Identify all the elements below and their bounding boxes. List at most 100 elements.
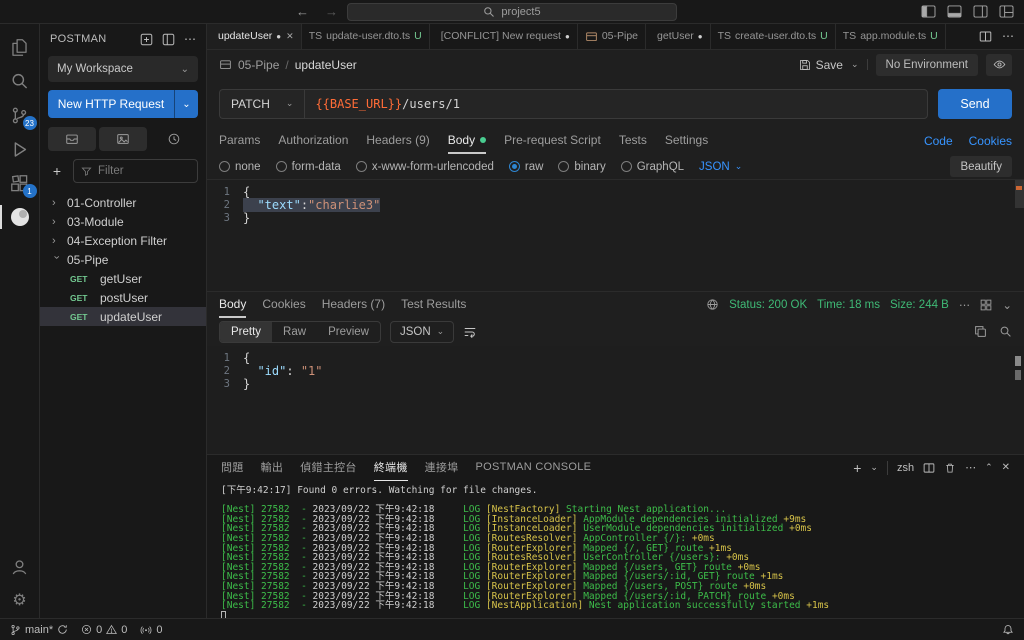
- editor-more-icon[interactable]: ⋯: [1002, 29, 1014, 43]
- more-actions-icon[interactable]: ⋯: [184, 32, 196, 46]
- panel-tab[interactable]: 問題: [221, 455, 244, 481]
- toggle-secondary-sidebar-icon[interactable]: [973, 5, 988, 18]
- kill-terminal-icon[interactable]: [944, 462, 956, 474]
- new-terminal-icon[interactable]: +: [853, 460, 861, 476]
- nav-forward-icon[interactable]: →: [325, 3, 338, 20]
- workspace-select[interactable]: My Workspace ⌄: [48, 56, 198, 82]
- response-language-select[interactable]: JSON ⌄: [390, 321, 454, 343]
- postman-view-icon[interactable]: [0, 200, 40, 234]
- panel-tab[interactable]: 偵錯主控台: [300, 455, 357, 481]
- view-toggle-preview[interactable]: Preview: [317, 322, 380, 342]
- collection-item[interactable]: ›03-Module: [40, 212, 206, 231]
- editor-tab[interactable]: TScreate-user.dto.tsU: [711, 24, 836, 49]
- split-editor-icon[interactable]: [979, 30, 992, 43]
- request-tab-authorization[interactable]: Authorization: [278, 128, 348, 154]
- explorer-icon[interactable]: [0, 30, 40, 64]
- notifications-bell-icon[interactable]: [1002, 624, 1014, 636]
- ports-item[interactable]: 0: [140, 624, 162, 636]
- cookies-link[interactable]: Cookies: [969, 134, 1012, 148]
- view-layout-icon[interactable]: [162, 33, 175, 46]
- toggle-panel-icon[interactable]: [947, 5, 962, 18]
- collapse-response-icon[interactable]: ⌄: [1002, 298, 1012, 312]
- send-button[interactable]: Send: [938, 89, 1012, 119]
- environment-select[interactable]: No Environment: [876, 54, 978, 76]
- collection-item[interactable]: ›05-Pipe: [40, 250, 206, 269]
- panel-more-icon[interactable]: ⋯: [965, 461, 976, 474]
- new-request-icon[interactable]: [140, 33, 153, 46]
- request-item[interactable]: GETpostUser: [40, 288, 206, 307]
- response-more-icon[interactable]: ⋯: [959, 298, 971, 312]
- request-item[interactable]: GETupdateUser: [40, 307, 206, 326]
- collections-tab-icon[interactable]: [48, 127, 96, 151]
- response-tab-body[interactable]: Body: [219, 292, 246, 318]
- body-type-option[interactable]: x-www-form-urlencoded: [356, 161, 494, 173]
- body-type-option[interactable]: none: [219, 161, 261, 173]
- panel-tab[interactable]: 連接埠: [425, 455, 459, 481]
- filter-input[interactable]: Filter: [73, 159, 198, 183]
- extensions-icon[interactable]: 1: [0, 166, 40, 200]
- add-icon[interactable]: +: [48, 162, 66, 180]
- code-link[interactable]: Code: [924, 134, 953, 148]
- body-type-option[interactable]: form-data: [276, 161, 341, 173]
- request-tab-settings[interactable]: Settings: [665, 128, 708, 154]
- editor-tab[interactable]: getUser●: [646, 24, 711, 49]
- language-select[interactable]: JSON ⌄: [699, 161, 742, 173]
- request-item[interactable]: GETgetUser: [40, 269, 206, 288]
- settings-gear-icon[interactable]: ⚙: [0, 584, 40, 618]
- problems-item[interactable]: 0 0: [81, 624, 127, 636]
- breadcrumb[interactable]: 05-Pipe / updateUser: [219, 58, 799, 72]
- save-dropdown-icon[interactable]: ⌄: [851, 59, 868, 70]
- collection-item[interactable]: ›04-Exception Filter: [40, 231, 206, 250]
- close-tab-icon[interactable]: ✕: [286, 31, 294, 42]
- editor-tab[interactable]: [CONFLICT] New request●: [430, 24, 578, 49]
- scrollbar-thumb[interactable]: [1015, 180, 1024, 208]
- request-tab-tests[interactable]: Tests: [619, 128, 647, 154]
- request-tab-params[interactable]: Params: [219, 128, 260, 154]
- response-tab-cookies[interactable]: Cookies: [262, 292, 305, 318]
- save-button[interactable]: Save: [799, 58, 843, 72]
- request-body-editor[interactable]: 1{ 2 "text":"charlie3" 3}: [207, 179, 1024, 291]
- copy-icon[interactable]: [974, 325, 987, 338]
- editor-tab[interactable]: 05-Pipe: [578, 24, 646, 49]
- url-input[interactable]: {{BASE_URL}}/users/1: [304, 89, 928, 119]
- source-control-icon[interactable]: 23: [0, 98, 40, 132]
- customize-layout-icon[interactable]: [999, 5, 1014, 18]
- maximize-panel-icon[interactable]: ⌃: [985, 462, 993, 473]
- editor-tab[interactable]: TSupdate-user.dto.tsU: [302, 24, 430, 49]
- history-tab-icon[interactable]: [150, 127, 198, 151]
- environments-tab-icon[interactable]: [99, 127, 147, 151]
- open-panel-icon[interactable]: [980, 299, 992, 311]
- search-view-icon[interactable]: [0, 64, 40, 98]
- terminal-shell-label[interactable]: zsh: [897, 462, 914, 474]
- terminal-profile-dropdown-icon[interactable]: ⌄: [870, 462, 878, 473]
- toggle-sidebar-icon[interactable]: [921, 5, 936, 18]
- command-center-search[interactable]: project5: [347, 3, 677, 21]
- panel-tab[interactable]: 輸出: [261, 455, 284, 481]
- editor-tab[interactable]: TSapp.module.tsU: [836, 24, 946, 49]
- accounts-icon[interactable]: [0, 550, 40, 584]
- view-toggle-pretty[interactable]: Pretty: [220, 322, 272, 342]
- search-response-icon[interactable]: [999, 325, 1012, 338]
- panel-tab[interactable]: 終端機: [374, 455, 408, 481]
- request-tab-body[interactable]: Body: [448, 128, 486, 154]
- method-select[interactable]: PATCH ⌄: [219, 89, 304, 119]
- request-tab-pre-request-script[interactable]: Pre-request Script: [504, 128, 601, 154]
- collection-item[interactable]: ›01-Controller: [40, 193, 206, 212]
- wrap-text-icon[interactable]: [463, 325, 477, 339]
- run-debug-icon[interactable]: [0, 132, 40, 166]
- new-request-dropdown[interactable]: ⌄: [174, 90, 198, 118]
- terminal-output[interactable]: [下午9:42:17] Found 0 errors. Watching for…: [207, 481, 1024, 618]
- close-panel-icon[interactable]: ✕: [1002, 462, 1010, 473]
- body-type-option[interactable]: binary: [558, 161, 605, 173]
- split-terminal-icon[interactable]: [923, 462, 935, 474]
- new-http-request-button[interactable]: New HTTP Request: [48, 90, 174, 118]
- panel-tab[interactable]: POSTMAN CONSOLE: [476, 455, 592, 481]
- view-toggle-raw[interactable]: Raw: [272, 322, 317, 342]
- git-branch-item[interactable]: main*: [10, 624, 68, 636]
- nav-back-icon[interactable]: ←: [296, 3, 309, 20]
- response-tab-test-results[interactable]: Test Results: [401, 292, 466, 318]
- response-tab-headers-[interactable]: Headers (7): [322, 292, 385, 318]
- body-type-option[interactable]: raw: [509, 161, 544, 173]
- request-tab-headers-[interactable]: Headers (9): [366, 128, 429, 154]
- body-type-option[interactable]: GraphQL: [621, 161, 684, 173]
